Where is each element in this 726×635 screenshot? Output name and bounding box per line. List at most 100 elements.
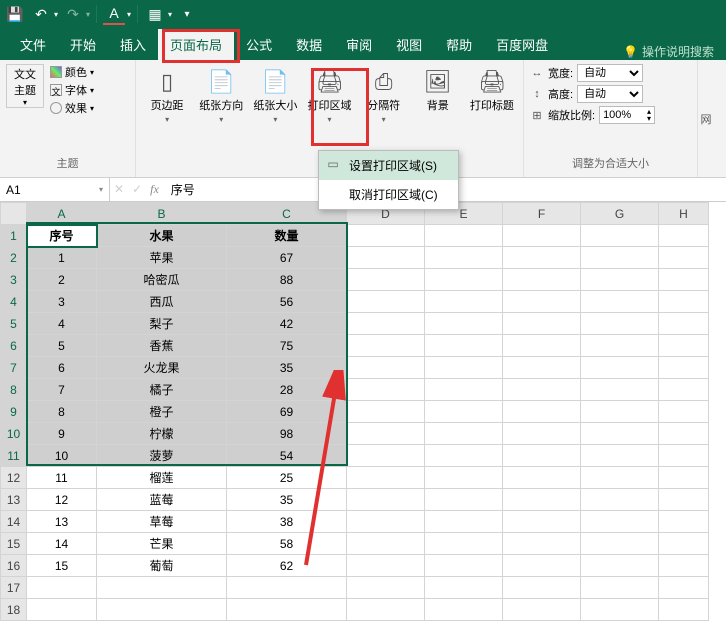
fonts-button[interactable]: 文字体 ▾ xyxy=(50,82,94,98)
cell[interactable] xyxy=(503,467,581,489)
cell[interactable]: 15 xyxy=(27,555,97,577)
redo-icon[interactable]: ↷ xyxy=(62,3,84,25)
cell[interactable] xyxy=(659,577,709,599)
cell[interactable] xyxy=(347,423,425,445)
row-header[interactable]: 11 xyxy=(1,445,27,467)
tab-page-layout[interactable]: 页面布局 xyxy=(158,29,234,60)
row-header[interactable]: 10 xyxy=(1,423,27,445)
tab-review[interactable]: 审阅 xyxy=(334,29,384,60)
cell[interactable] xyxy=(581,467,659,489)
cell[interactable] xyxy=(503,445,581,467)
cell[interactable]: 42 xyxy=(227,313,347,335)
name-box[interactable]: A1 ▾ xyxy=(0,178,110,201)
cell[interactable] xyxy=(347,247,425,269)
undo-dropdown[interactable]: ▾ xyxy=(54,10,58,19)
cell[interactable] xyxy=(503,313,581,335)
cell[interactable] xyxy=(581,555,659,577)
cell[interactable]: 7 xyxy=(27,379,97,401)
cell[interactable] xyxy=(97,599,227,621)
cell[interactable]: 5 xyxy=(27,335,97,357)
height-select[interactable]: 自动 xyxy=(577,85,643,103)
cell[interactable]: 火龙果 xyxy=(97,357,227,379)
cell[interactable] xyxy=(581,599,659,621)
cell[interactable] xyxy=(503,247,581,269)
cell[interactable] xyxy=(581,577,659,599)
cell[interactable] xyxy=(503,577,581,599)
cell[interactable] xyxy=(347,555,425,577)
cell[interactable] xyxy=(659,269,709,291)
column-header[interactable]: H xyxy=(659,203,709,225)
cell[interactable]: 榴莲 xyxy=(97,467,227,489)
cell[interactable] xyxy=(581,269,659,291)
cell[interactable]: 香蕉 xyxy=(97,335,227,357)
cell[interactable] xyxy=(581,379,659,401)
cell[interactable] xyxy=(347,577,425,599)
cell[interactable]: 序号 xyxy=(27,225,97,247)
cell[interactable]: 12 xyxy=(27,489,97,511)
cell[interactable] xyxy=(27,599,97,621)
cell[interactable]: 54 xyxy=(227,445,347,467)
cell[interactable] xyxy=(659,401,709,423)
cell[interactable] xyxy=(347,269,425,291)
cell[interactable] xyxy=(227,599,347,621)
cell[interactable] xyxy=(347,313,425,335)
cell[interactable] xyxy=(659,489,709,511)
cell[interactable] xyxy=(97,577,227,599)
cell[interactable] xyxy=(659,467,709,489)
cell[interactable] xyxy=(581,489,659,511)
tab-help[interactable]: 帮助 xyxy=(434,29,484,60)
row-header[interactable]: 14 xyxy=(1,511,27,533)
cell[interactable] xyxy=(347,599,425,621)
cell[interactable]: 4 xyxy=(27,313,97,335)
cell[interactable]: 25 xyxy=(227,467,347,489)
cell[interactable] xyxy=(425,335,503,357)
row-header[interactable]: 8 xyxy=(1,379,27,401)
cell[interactable] xyxy=(503,291,581,313)
cell[interactable]: 菠萝 xyxy=(97,445,227,467)
cancel-icon[interactable]: ✕ xyxy=(114,182,124,197)
cell[interactable] xyxy=(581,247,659,269)
cell[interactable] xyxy=(425,269,503,291)
redo-dropdown[interactable]: ▾ xyxy=(86,10,90,19)
cell[interactable] xyxy=(503,401,581,423)
cell[interactable] xyxy=(503,555,581,577)
margins-button[interactable]: ▯页边距▾ xyxy=(142,64,192,126)
tab-baidu[interactable]: 百度网盘 xyxy=(484,29,560,60)
cell[interactable] xyxy=(659,555,709,577)
cell[interactable] xyxy=(425,489,503,511)
row-header[interactable]: 7 xyxy=(1,357,27,379)
cell[interactable]: 水果 xyxy=(97,225,227,247)
cell[interactable] xyxy=(425,357,503,379)
cell[interactable] xyxy=(425,247,503,269)
row-header[interactable]: 15 xyxy=(1,533,27,555)
table-group-icon[interactable]: ▦ xyxy=(144,3,166,25)
column-header[interactable]: A xyxy=(27,203,97,225)
cell[interactable] xyxy=(503,225,581,247)
column-header[interactable]: F xyxy=(503,203,581,225)
cell[interactable] xyxy=(659,225,709,247)
cell[interactable] xyxy=(425,225,503,247)
cell[interactable] xyxy=(347,489,425,511)
cell[interactable]: 芒果 xyxy=(97,533,227,555)
row-header[interactable]: 5 xyxy=(1,313,27,335)
cell[interactable] xyxy=(581,291,659,313)
cell[interactable]: 2 xyxy=(27,269,97,291)
cell[interactable]: 35 xyxy=(227,489,347,511)
cell[interactable]: 西瓜 xyxy=(97,291,227,313)
cell[interactable]: 28 xyxy=(227,379,347,401)
cell[interactable] xyxy=(659,599,709,621)
cell[interactable]: 6 xyxy=(27,357,97,379)
cell[interactable] xyxy=(659,379,709,401)
row-header[interactable]: 16 xyxy=(1,555,27,577)
cell[interactable] xyxy=(659,291,709,313)
size-button[interactable]: 📄纸张大小▾ xyxy=(250,64,300,126)
cell[interactable] xyxy=(227,577,347,599)
cell[interactable] xyxy=(581,357,659,379)
cell[interactable] xyxy=(425,555,503,577)
print-area-button[interactable]: 🖨打印区域▾ xyxy=(304,64,354,126)
background-button[interactable]: 🖼背景 xyxy=(413,64,463,115)
cell[interactable]: 38 xyxy=(227,511,347,533)
font-color-icon[interactable]: A xyxy=(103,3,125,25)
fx-icon[interactable]: fx xyxy=(150,182,159,197)
row-header[interactable]: 18 xyxy=(1,599,27,621)
